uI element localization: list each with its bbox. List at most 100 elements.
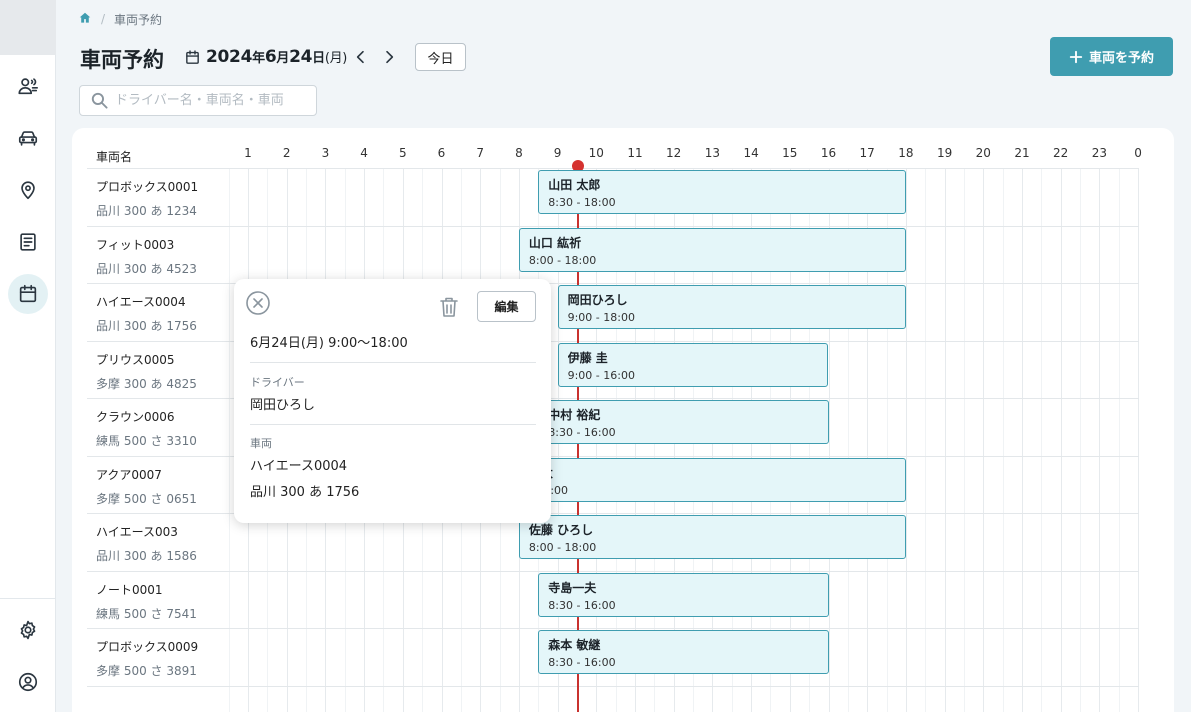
reservation-bar[interactable]: 伊藤 圭 9:00 - 16:00: [557, 342, 829, 387]
reservation-bar[interactable]: 中村 裕紀 8:30 - 16:00: [538, 400, 829, 444]
hour-gridline: [944, 168, 946, 712]
reservation-bar[interactable]: 山口 紘祈 8:00 - 18:00: [518, 227, 906, 272]
close-popup-button[interactable]: [245, 290, 271, 316]
vehicle-row-label: プロボックス0009 多摩 500 さ 3891: [96, 638, 198, 679]
chevron-left-icon: [356, 50, 364, 64]
reservation-bar[interactable]: 涼太 - 18:00: [518, 457, 906, 502]
vehicle-row-label: ノート0001 練馬 500 さ 7541: [96, 581, 197, 622]
calendar-icon: [19, 284, 37, 303]
hour-label: 3: [321, 146, 330, 160]
hour-gridline: [1138, 168, 1140, 712]
vehicle-plate: 練馬 500 さ 3310: [96, 434, 197, 448]
hour-label: 5: [398, 146, 407, 160]
car-icon: [18, 131, 38, 146]
book-vehicle-button[interactable]: 車両を予約: [1050, 37, 1173, 76]
row-divider: [87, 225, 1139, 227]
search-box: [79, 85, 317, 116]
vehicle-name: ハイエース0004: [96, 295, 186, 309]
reservation-time: 8:30 - 16:00: [548, 656, 616, 669]
reservation-bar[interactable]: 岡田ひろし 9:00 - 18:00: [557, 285, 906, 329]
sidebar-item-vehicle-booking[interactable]: [8, 274, 48, 314]
reservation-time: 8:00 - 18:00: [528, 541, 597, 554]
today-button[interactable]: 今日: [415, 43, 466, 71]
reservation-driver: 佐藤 ひろし: [528, 523, 594, 537]
vehicle-row-label: ハイエース0004 品川 300 あ 1756: [96, 293, 197, 334]
book-vehicle-label: 車両を予約: [1088, 51, 1154, 66]
reservation-driver: 涼太: [529, 464, 896, 481]
half-hour-gridline: [963, 168, 965, 712]
half-hour-gridline: [925, 168, 927, 712]
half-hour-gridline: [1118, 168, 1120, 712]
sidebar-item-locations[interactable]: [8, 170, 48, 210]
sidebar-item-drivers[interactable]: [8, 66, 48, 106]
delete-reservation-button[interactable]: [439, 296, 459, 318]
hour-label: 0: [1134, 146, 1142, 160]
reservation-driver: 森本 敏継: [548, 638, 601, 652]
search-icon: [91, 92, 108, 109]
vehicle-row-label: クラウン0006 練馬 500 さ 3310: [96, 408, 197, 449]
hour-label: 23: [1091, 146, 1108, 160]
hour-label: 18: [898, 146, 914, 160]
hour-label: 20: [975, 146, 991, 160]
vehicle-name: プリウス0005: [96, 352, 175, 367]
trash-icon: [440, 297, 458, 317]
hour-gridline: [1060, 168, 1062, 712]
date-display: 2024年6月24日(月): [184, 45, 347, 69]
reservation-time: 9:00 - 16:00: [567, 368, 635, 382]
reservation-driver: 岡田ひろし: [567, 293, 628, 307]
reservation-bar[interactable]: 森本 敏継 8:30 - 16:00: [538, 630, 829, 674]
reservation-driver: 寺島一夫: [548, 580, 597, 595]
chevron-right-icon: [386, 50, 394, 64]
vehicle-plate: 品川 300 あ 1234: [96, 204, 197, 218]
vehicle-name: アクア0007: [96, 467, 162, 482]
hour-label: 6: [437, 146, 446, 160]
sidebar-item-settings[interactable]: [8, 610, 48, 650]
breadcrumb: / 車両予約: [78, 10, 162, 28]
vehicle-plate: 多摩 500 さ 0651: [96, 491, 197, 506]
half-hour-gridline: [1002, 168, 1004, 712]
half-hour-gridline: [1080, 168, 1082, 712]
vehicle-plate: 練馬 500 さ 7541: [96, 606, 197, 621]
hour-label: 17: [859, 146, 875, 160]
sidebar-item-reports[interactable]: [8, 222, 48, 262]
next-day-button[interactable]: [378, 46, 400, 68]
reservation-bar[interactable]: 山田 太郎 8:30 - 18:00: [538, 170, 906, 214]
hour-label: 7: [476, 146, 485, 160]
row-divider: [87, 628, 1139, 629]
driver-label: ドライバー: [250, 376, 305, 389]
popup-divider: [250, 362, 536, 363]
sidebar-logo-area: [0, 0, 56, 55]
search-input[interactable]: [115, 93, 305, 108]
hour-gridline: [1099, 168, 1101, 712]
hour-gridline: [1022, 168, 1023, 712]
hour-label: 15: [782, 146, 798, 160]
vehicle-row-label: フィット0003 品川 300 あ 4523: [96, 236, 197, 277]
home-icon[interactable]: [78, 11, 92, 28]
hour-gridline: [983, 168, 985, 712]
reservation-time: - 18:00: [529, 483, 569, 497]
sidebar: [0, 0, 56, 712]
hour-label: 4: [360, 146, 368, 160]
hour-label: 16: [820, 146, 837, 160]
vehicle-plate: 多摩 300 あ 4825: [96, 376, 197, 391]
vehicle-value: ハイエース0004: [250, 459, 348, 474]
sidebar-item-vehicles[interactable]: [8, 118, 48, 158]
reservation-bar[interactable]: 佐藤 ひろし 8:00 - 18:00: [518, 515, 906, 559]
edit-reservation-button[interactable]: 編集: [477, 291, 536, 322]
sidebar-item-account[interactable]: [8, 662, 48, 702]
reservation-bar[interactable]: 寺島一夫 8:30 - 16:00: [538, 572, 829, 617]
vehicle-name: クラウン0006: [96, 410, 175, 424]
half-hour-gridline: [1041, 168, 1043, 712]
plus-icon: [1069, 50, 1083, 63]
hour-label: 19: [936, 146, 953, 160]
reservation-driver: 中村 裕紀: [548, 408, 601, 422]
reservation-time: 8:30 - 18:00: [548, 196, 616, 209]
calendar-icon: [186, 49, 199, 64]
hour-label: 21: [1014, 146, 1030, 160]
popup-divider: [250, 424, 536, 425]
row-divider: [87, 570, 1139, 572]
reservation-time: 8:30 - 16:00: [548, 598, 616, 612]
prev-day-button[interactable]: [350, 46, 372, 68]
vehicle-name: フィット0003: [96, 237, 175, 252]
hour-label: 1: [244, 146, 252, 160]
